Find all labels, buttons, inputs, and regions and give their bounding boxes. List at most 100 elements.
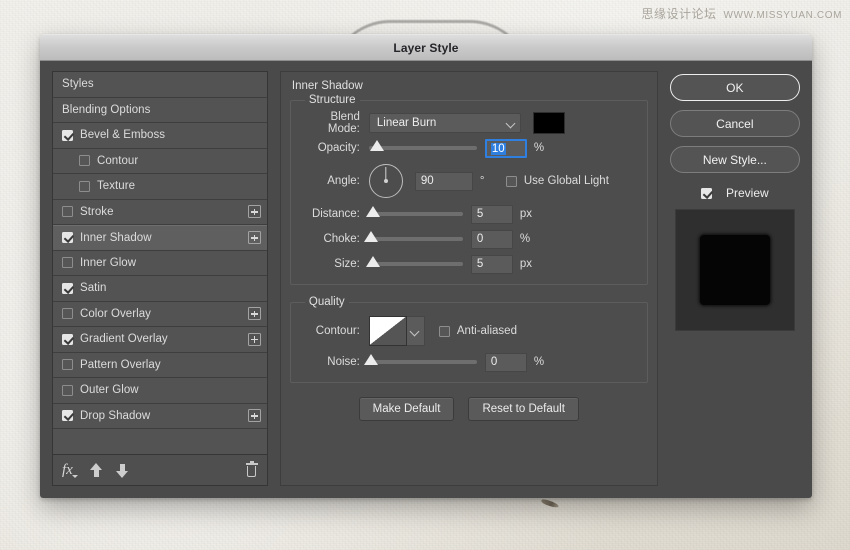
blend-mode-field: Blend Mode: NormalDissolveDarkenMultiply… xyxy=(301,112,637,134)
delete-icon[interactable] xyxy=(246,463,258,477)
angle-input[interactable]: 90 xyxy=(415,172,473,191)
effect-checkbox[interactable] xyxy=(79,181,90,192)
dialog-body: Styles Blending Options Bevel & Emboss Cont… xyxy=(40,61,812,498)
sidebar-item-stroke[interactable]: Stroke xyxy=(53,200,267,226)
add-effect-icon[interactable] xyxy=(248,307,261,320)
sidebar-item-label: Satin xyxy=(80,282,261,294)
sidebar-item-contour[interactable]: Contour xyxy=(53,149,267,175)
anti-aliased-row[interactable]: Anti-aliased xyxy=(439,325,517,337)
sidebar-item-label: Drop Shadow xyxy=(80,410,248,422)
preview-toggle-row[interactable]: Preview xyxy=(701,186,769,200)
preview-checkbox[interactable] xyxy=(701,188,712,199)
opacity-field: Opacity: 10 % xyxy=(301,137,637,159)
size-unit: px xyxy=(520,258,536,270)
effect-checkbox[interactable] xyxy=(62,308,73,319)
contour-label: Contour: xyxy=(301,325,369,337)
new-style-button[interactable]: New Style... xyxy=(670,146,800,173)
effect-checkbox[interactable] xyxy=(62,334,73,345)
cancel-button[interactable]: Cancel xyxy=(670,110,800,137)
opacity-slider[interactable] xyxy=(369,146,477,150)
noise-label: Noise: xyxy=(301,356,369,368)
size-input[interactable]: 5 xyxy=(471,255,513,274)
anti-aliased-checkbox[interactable] xyxy=(439,326,450,337)
dialog-titlebar[interactable]: Layer Style xyxy=(40,34,812,61)
move-down-icon[interactable] xyxy=(116,463,129,478)
effect-checkbox[interactable] xyxy=(62,257,73,268)
make-default-button[interactable]: Make Default xyxy=(359,397,455,421)
sidebar-item-texture[interactable]: Texture xyxy=(53,174,267,200)
sidebar-item-label: Inner Glow xyxy=(80,257,261,269)
contour-dropdown[interactable] xyxy=(407,316,425,346)
noise-input[interactable]: 0 xyxy=(485,353,527,372)
angle-field: Angle: 90 ° Use Global Light xyxy=(301,162,637,200)
style-list-toolbar: fx xyxy=(52,455,268,486)
size-label: Size: xyxy=(301,258,369,270)
effect-checkbox[interactable] xyxy=(62,359,73,370)
effect-checkbox[interactable] xyxy=(62,410,73,421)
quality-legend: Quality xyxy=(305,296,349,308)
sidebar-item-satin[interactable]: Satin xyxy=(53,276,267,302)
ok-button[interactable]: OK xyxy=(670,74,800,101)
sidebar-item-label: Color Overlay xyxy=(80,308,248,320)
noise-slider-thumb[interactable] xyxy=(364,354,378,365)
blend-mode-select[interactable]: NormalDissolveDarkenMultiplyColor BurnLi… xyxy=(369,113,521,133)
shadow-color-swatch[interactable] xyxy=(533,112,565,134)
styles-sidebar: Styles Blending Options Bevel & Emboss Cont… xyxy=(52,71,268,486)
sidebar-item-label: Texture xyxy=(97,180,261,192)
sidebar-item-styles[interactable]: Styles xyxy=(53,72,267,98)
distance-field: Distance: 5 px xyxy=(301,203,637,225)
distance-label: Distance: xyxy=(301,208,369,220)
effect-checkbox[interactable] xyxy=(62,130,73,141)
sidebar-item-label: Bevel & Emboss xyxy=(80,129,261,141)
inner-shadow-panel: Inner Shadow Structure Blend Mode: Norma… xyxy=(280,71,658,486)
sidebar-item-label: Outer Glow xyxy=(80,384,261,396)
sidebar-item-inner-glow[interactable]: Inner Glow xyxy=(53,251,267,277)
dialog-actions: OK Cancel New Style... Preview xyxy=(670,71,800,486)
effect-checkbox[interactable] xyxy=(79,155,90,166)
opacity-input[interactable]: 10 xyxy=(485,139,527,158)
blend-mode-dropdown[interactable]: NormalDissolveDarkenMultiplyColor BurnLi… xyxy=(369,113,521,133)
choke-input[interactable]: 0 xyxy=(471,230,513,249)
add-effect-icon[interactable] xyxy=(248,231,261,244)
effect-checkbox[interactable] xyxy=(62,385,73,396)
effect-checkbox[interactable] xyxy=(62,283,73,294)
sidebar-item-label: Gradient Overlay xyxy=(80,333,248,345)
sidebar-item-outer-glow[interactable]: Outer Glow xyxy=(53,378,267,404)
fx-icon[interactable]: fx xyxy=(62,462,77,479)
add-effect-icon[interactable] xyxy=(248,205,261,218)
distance-input[interactable]: 5 xyxy=(471,205,513,224)
add-effect-icon[interactable] xyxy=(248,333,261,346)
choke-slider-thumb[interactable] xyxy=(364,231,378,242)
size-slider-thumb[interactable] xyxy=(366,256,380,267)
choke-unit: % xyxy=(520,233,536,245)
effect-checkbox[interactable] xyxy=(62,232,73,243)
contour-preview[interactable] xyxy=(369,316,407,346)
use-global-light-checkbox[interactable] xyxy=(506,176,517,187)
sidebar-item-bevel-emboss[interactable]: Bevel & Emboss xyxy=(53,123,267,149)
size-slider[interactable] xyxy=(369,262,463,266)
sidebar-item-inner-shadow[interactable]: Inner Shadow xyxy=(53,225,267,251)
distance-slider[interactable] xyxy=(369,212,463,216)
opacity-label: Opacity: xyxy=(301,142,369,154)
sidebar-item-blending-options[interactable]: Blending Options xyxy=(53,98,267,124)
sidebar-item-pattern-overlay[interactable]: Pattern Overlay xyxy=(53,353,267,379)
sidebar-item-drop-shadow[interactable]: Drop Shadow xyxy=(53,404,267,430)
style-list[interactable]: Styles Blending Options Bevel & Emboss Cont… xyxy=(52,71,268,455)
move-up-icon[interactable] xyxy=(90,463,103,478)
panel-title: Inner Shadow xyxy=(290,80,648,92)
opacity-slider-thumb[interactable] xyxy=(370,140,384,151)
use-global-light-row[interactable]: Use Global Light xyxy=(506,175,609,187)
structure-group: Structure Blend Mode: NormalDissolveDark… xyxy=(290,94,648,285)
choke-slider[interactable] xyxy=(369,237,463,241)
noise-slider[interactable] xyxy=(369,360,477,364)
preview-thumbnail xyxy=(675,209,795,331)
distance-slider-thumb[interactable] xyxy=(366,206,380,217)
choke-label: Choke: xyxy=(301,233,369,245)
effect-checkbox[interactable] xyxy=(62,206,73,217)
sidebar-item-gradient-overlay[interactable]: Gradient Overlay xyxy=(53,327,267,353)
sidebar-item-color-overlay[interactable]: Color Overlay xyxy=(53,302,267,328)
sidebar-item-label: Styles xyxy=(62,78,261,90)
reset-to-default-button[interactable]: Reset to Default xyxy=(468,397,578,421)
add-effect-icon[interactable] xyxy=(248,409,261,422)
angle-dial[interactable] xyxy=(369,164,403,198)
